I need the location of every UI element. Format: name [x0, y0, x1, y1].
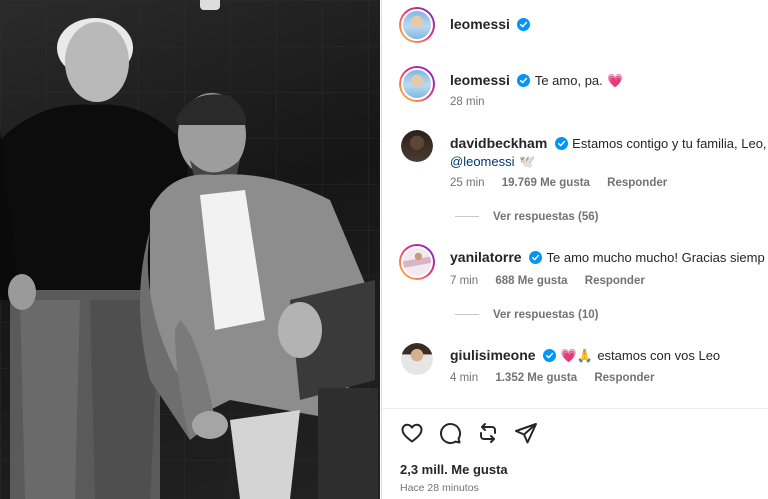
comment-giulisimeone: giulisimeone 💗🙏 estamos con vos Leo [450, 347, 720, 365]
comment-time: 4 min [450, 372, 479, 384]
comment-mention[interactable]: @leomessi [450, 154, 515, 169]
comment-username[interactable]: yanilatorre [450, 249, 522, 265]
caption-text: Te amo, pa. [534, 73, 603, 88]
view-replies-button[interactable]: Ver respuestas (10) [455, 309, 598, 321]
comment-text: Estamos contigo y tu familia, Leo, [572, 136, 767, 151]
post-time: Hace 28 minutos [400, 482, 479, 494]
comment-meta: 4 min 1.352 Me gusta Responder [450, 372, 654, 384]
comment-text: Te amo mucho mucho! Gracias siemp [546, 250, 765, 265]
post-photo [0, 0, 380, 499]
comment-username[interactable]: giulisimeone [450, 347, 536, 363]
comment-icon[interactable] [438, 421, 462, 445]
comment-reply-button[interactable]: Responder [607, 177, 667, 189]
comment-davidbeckham: davidbeckham Estamos contigo y tu famili… [450, 135, 767, 153]
comment-time: 7 min [450, 275, 479, 287]
heart-icon[interactable] [400, 421, 424, 445]
comment-likes[interactable]: 688 Me gusta [495, 275, 567, 287]
likes-count[interactable]: 2,3 mill. Me gusta [400, 462, 508, 477]
comment-avatar-davidbeckham[interactable] [401, 130, 433, 162]
caption-line: leomessi Te amo, pa. 💗 [450, 72, 623, 90]
photo-people-illustration [0, 18, 378, 499]
caption-username[interactable]: leomessi [450, 72, 510, 88]
caption-time: 28 min [450, 96, 485, 108]
comment-meta: 7 min 688 Me gusta Responder [450, 275, 645, 287]
comment-meta: 25 min 19.769 Me gusta Responder [450, 177, 667, 189]
comment-likes[interactable]: 1.352 Me gusta [495, 372, 577, 384]
caption-emoji: 💗 [607, 73, 624, 88]
verified-badge-icon [517, 18, 531, 31]
view-replies-label: Ver respuestas (10) [493, 309, 599, 321]
actions-divider [382, 408, 768, 409]
comment-time: 25 min [450, 177, 485, 189]
comment-emoji: 🕊️ [518, 154, 536, 169]
repost-icon[interactable] [476, 421, 500, 445]
comment-second-line: @leomessi 🕊️ [450, 153, 535, 171]
view-replies-button[interactable]: Ver respuestas (56) [455, 211, 598, 223]
comment-emoji: 💗🙏 [560, 348, 593, 363]
verified-badge-icon [543, 349, 557, 362]
caption-avatar[interactable] [399, 66, 435, 102]
comment-text: estamos con vos Leo [597, 348, 721, 363]
replies-line [455, 314, 479, 316]
comment-reply-button[interactable]: Responder [594, 372, 654, 384]
verified-badge-icon [554, 137, 568, 150]
comment-username[interactable]: davidbeckham [450, 135, 547, 151]
post-header: leomessi [450, 16, 531, 34]
post-panel: leomessi leomessi Te amo, pa. 💗 28 min d… [381, 0, 768, 499]
share-icon[interactable] [514, 421, 538, 445]
comment-yanilatorre: yanilatorre Te amo mucho mucho! Gracias … [450, 249, 765, 267]
author-avatar[interactable] [399, 7, 435, 43]
verified-badge-icon [529, 251, 543, 264]
view-replies-label: Ver respuestas (56) [493, 211, 599, 223]
author-username[interactable]: leomessi [450, 16, 510, 32]
comment-avatar-yanilatorre[interactable] [399, 244, 435, 280]
comment-reply-button[interactable]: Responder [585, 275, 645, 287]
action-bar [400, 421, 538, 445]
verified-badge-icon [517, 74, 531, 87]
replies-line [455, 216, 479, 218]
comment-likes[interactable]: 19.769 Me gusta [502, 177, 590, 189]
comment-avatar-giulisimeone[interactable] [401, 343, 433, 375]
